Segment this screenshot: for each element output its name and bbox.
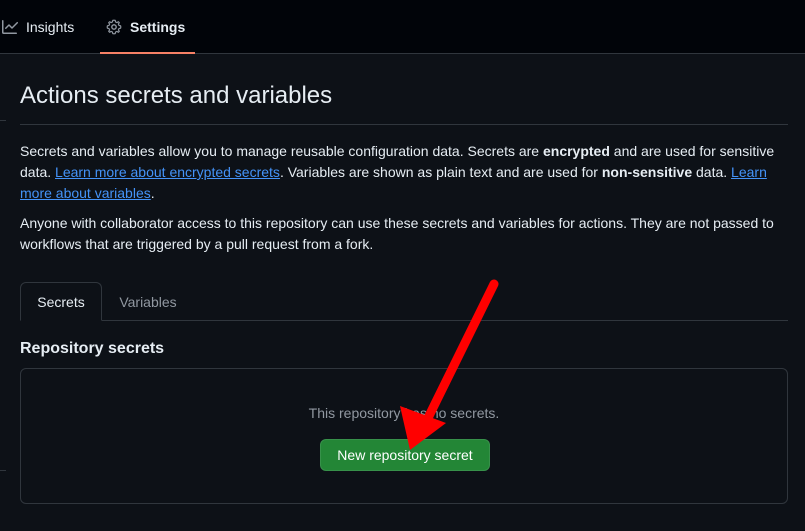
repository-secrets-heading: Repository secrets [20, 340, 165, 357]
secrets-variables-tabs: Secrets Variables [20, 282, 788, 321]
tab-secrets[interactable]: Secrets [20, 282, 102, 321]
empty-secrets-message: This repository has no secrets. [308, 405, 500, 421]
title-divider [20, 124, 788, 125]
description-text: Secrets and variables allow you to manag… [20, 143, 543, 159]
new-repository-secret-button[interactable]: New repository secret [320, 439, 490, 471]
description-secrets-variables: Secrets and variables allow you to manag… [20, 141, 795, 204]
graph-icon [2, 19, 18, 35]
page-title: Actions secrets and variables [20, 82, 333, 109]
learn-more-encrypted-secrets-link[interactable]: Learn more about encrypted secrets [55, 164, 280, 180]
description-bold-encrypted: encrypted [542, 143, 610, 159]
tab-settings[interactable]: Settings [100, 0, 196, 54]
sidebar-edge-mark [0, 120, 6, 121]
description-text: . [150, 185, 155, 201]
description-text: . Variables are shown as plain text and … [279, 164, 602, 180]
description-collaborator-access: Anyone with collaborator access to this … [20, 215, 774, 252]
gear-icon [106, 19, 122, 35]
tab-variables[interactable]: Variables [102, 282, 194, 321]
sidebar-edge-mark [0, 470, 6, 471]
tab-insights[interactable]: Insights [2, 0, 74, 54]
repo-nav-bar: Insights Settings [0, 0, 805, 54]
description-text: data. [692, 164, 732, 180]
tab-settings-label: Settings [130, 19, 186, 35]
description-bold-non-sensitive: non-sensitive [601, 164, 693, 180]
repository-secrets-box: This repository has no secrets. New repo… [20, 368, 788, 504]
tab-insights-label: Insights [26, 19, 75, 35]
